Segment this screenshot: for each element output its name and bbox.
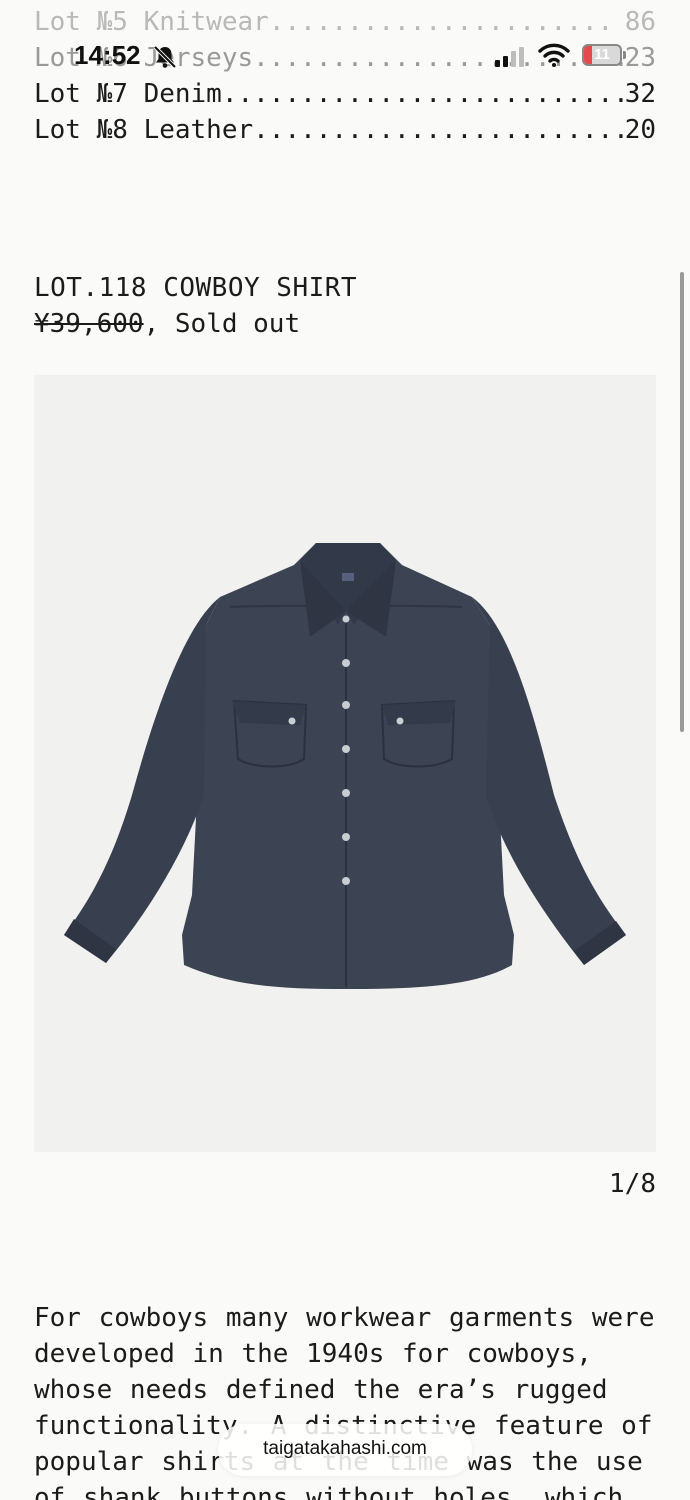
lot-name: Lot №5 Knitwear	[34, 7, 269, 37]
lot-count: 86	[624, 7, 656, 37]
lot-name: Lot №8 Leather	[34, 115, 254, 145]
lot-name: Lot №7 Denim	[34, 79, 222, 109]
availability-status: , Sold out	[143, 309, 301, 339]
wifi-icon	[538, 43, 570, 67]
lot-index-row[interactable]: Lot №8 Leather ........................ …	[34, 112, 656, 148]
image-counter: 1/8	[609, 1169, 656, 1199]
leader-dots: ..........................	[221, 79, 625, 109]
bell-slash-icon	[153, 45, 177, 69]
battery-level: 11	[594, 46, 610, 63]
battery-icon: 11	[582, 44, 622, 66]
address-bar[interactable]: taigatakahashi.com	[218, 1424, 472, 1476]
cellular-signal-icon	[495, 47, 524, 67]
product-title: LOT.118 COWBOY SHIRT	[34, 273, 358, 303]
leader-dots: ........................	[253, 115, 625, 145]
leader-dots: ......................	[268, 7, 614, 37]
product-price-line: ¥39,600, Sold out	[34, 306, 300, 342]
lot-index-row[interactable]: Lot №5 Knitwear ...................... 8…	[34, 4, 656, 40]
product-image-shirt	[64, 543, 626, 989]
product-image-gallery[interactable]	[34, 375, 656, 1152]
lot-count: 32	[624, 79, 656, 109]
battery-cap	[623, 51, 626, 59]
lot-count: 20	[624, 115, 656, 145]
page: Lot №5 Knitwear ...................... 8…	[0, 0, 690, 1500]
product-price: ¥39,600	[34, 309, 144, 339]
scrollbar[interactable]	[680, 272, 684, 732]
status-time: 14:52	[74, 40, 141, 70]
lot-index-row[interactable]: Lot №7 Denim .......................... …	[34, 76, 656, 112]
status-bar: 14:52 11	[0, 36, 690, 80]
